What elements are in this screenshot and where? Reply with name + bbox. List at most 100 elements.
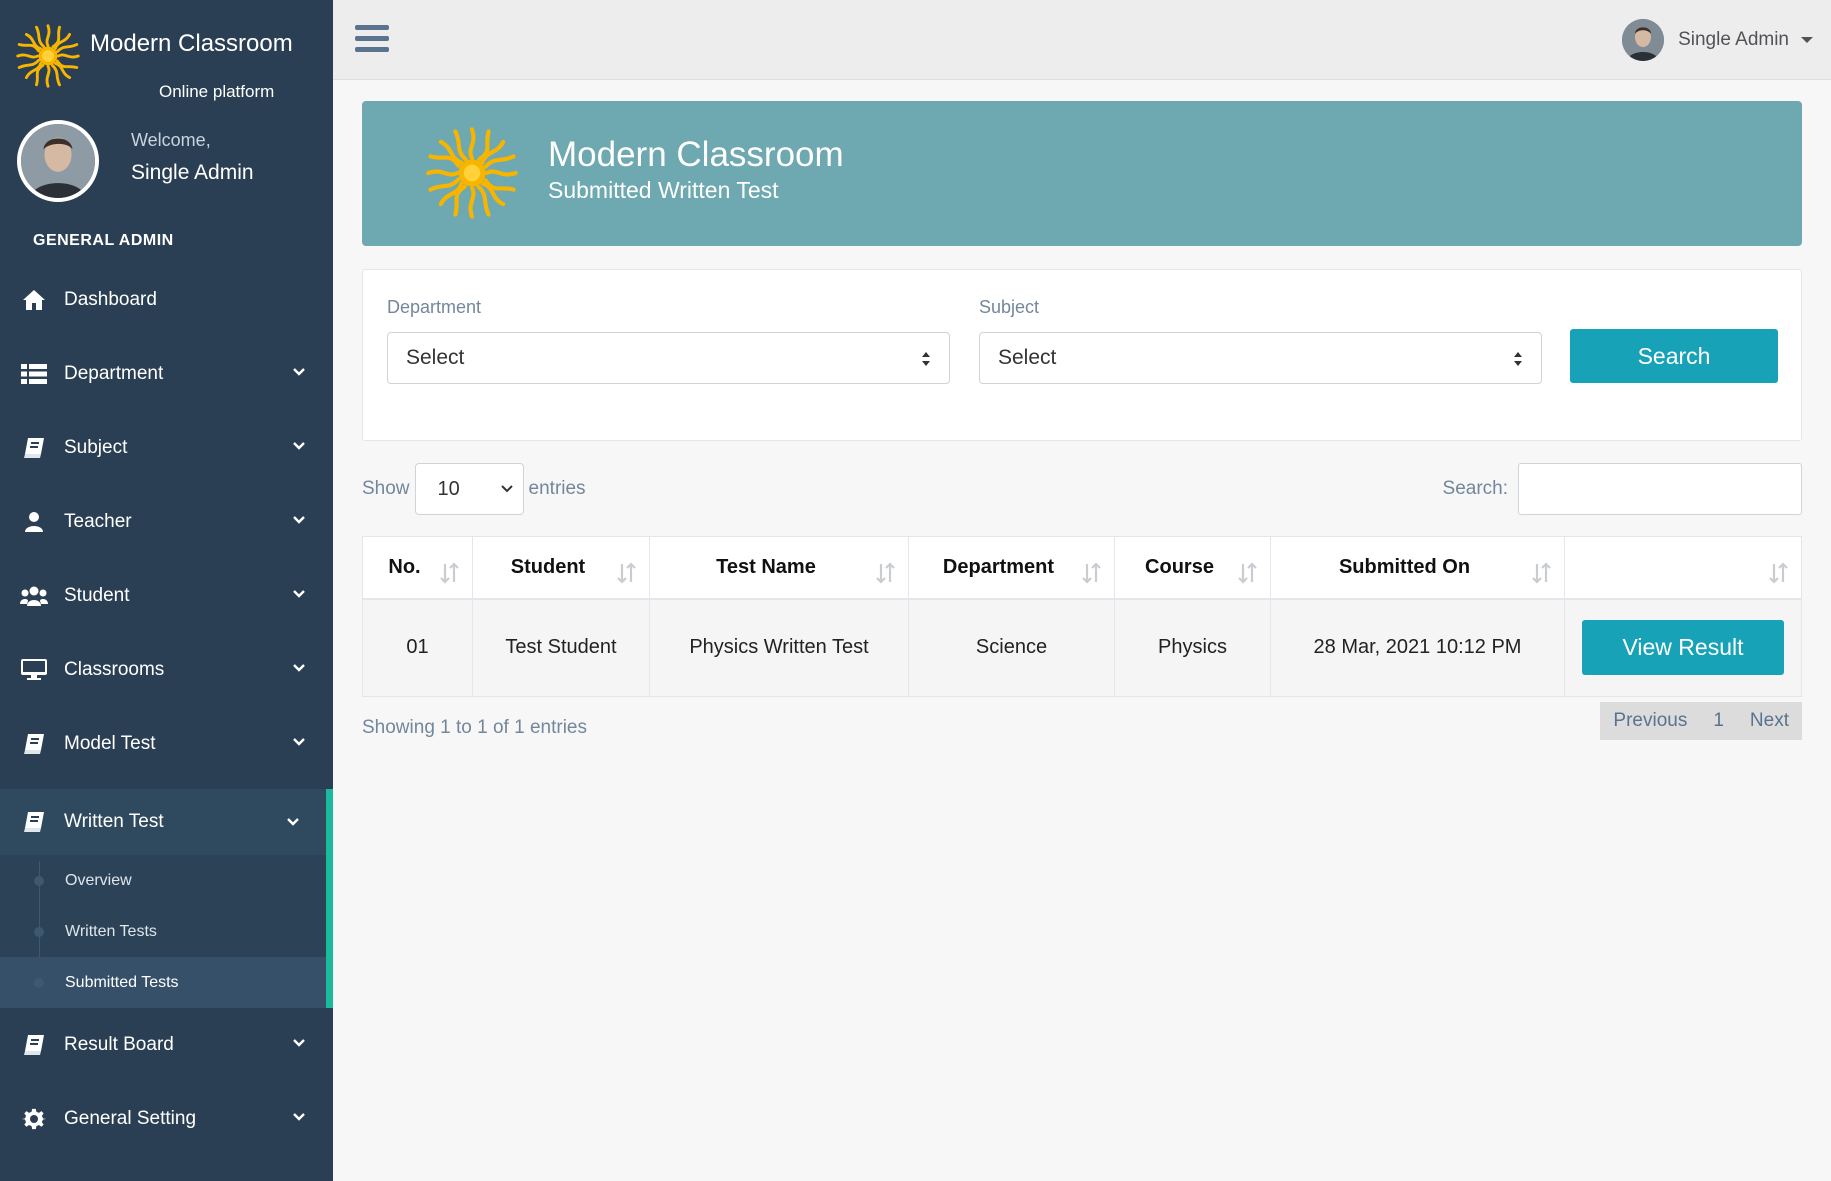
profile: Welcome, Single Admin [0, 118, 333, 214]
cell-no: 01 [362, 598, 473, 697]
department-select[interactable]: Select [387, 332, 950, 384]
subject-label: Subject [979, 297, 1040, 317]
brand-title: Modern Classroom [90, 30, 293, 57]
chevron-down-icon [293, 516, 305, 524]
page-button[interactable]: 1 [1700, 702, 1737, 740]
sort-icon [440, 562, 459, 584]
sun-logo-icon [420, 121, 524, 225]
user-icon [20, 510, 48, 534]
sidebar-item-result-board[interactable]: Result Board [0, 1008, 333, 1082]
table-search-input[interactable] [1518, 463, 1802, 515]
chevron-down-icon [293, 442, 305, 450]
written-test-submenu: Overview Written Tests Submitted Tests [0, 855, 333, 1008]
department-label: Department [387, 297, 482, 317]
sidebar-item-dashboard[interactable]: Dashboard [0, 263, 333, 337]
search-button[interactable]: Search [1570, 329, 1778, 383]
sidebar-item-subject[interactable]: Subject [0, 411, 333, 485]
sidebar-item-label: Student [64, 585, 130, 606]
page-banner: Modern Classroom Submitted Written Test [362, 101, 1802, 246]
previous-page-button[interactable]: Previous [1600, 702, 1700, 740]
sort-icon [1769, 562, 1788, 584]
cell-action: View Result [1564, 598, 1802, 697]
sidebar: Modern Classroom Online platform Welcome… [0, 0, 333, 1181]
department-select-value: Select [406, 346, 465, 369]
column-header-label: Student [510, 555, 586, 578]
column-header-no[interactable]: No. [362, 536, 473, 600]
sidebar-item-label: Classrooms [64, 659, 165, 680]
submenu-label: Submitted Tests [65, 973, 179, 991]
submenu-dot [34, 978, 44, 988]
sidebar-menu: Dashboard Department Subject Teacher Stu… [0, 263, 333, 1156]
user-menu[interactable]: Single Admin [1622, 18, 1813, 62]
sort-arrows-icon [1514, 352, 1522, 366]
table-header-row: No. Student Test Name Department Course … [362, 536, 1802, 600]
book-icon [20, 732, 48, 756]
view-result-button[interactable]: View Result [1582, 620, 1784, 676]
chevron-down-icon [293, 1039, 305, 1047]
gear-icon [20, 1107, 48, 1131]
sidebar-item-label: Written Test [64, 811, 164, 832]
column-header-course[interactable]: Course [1114, 536, 1271, 600]
banner-title: Modern Classroom [548, 135, 844, 174]
subject-select[interactable]: Select [979, 332, 1542, 384]
column-header-label: Submitted On [1338, 555, 1471, 578]
cell-submitted-on: 28 Mar, 2021 10:12 PM [1270, 598, 1565, 697]
sort-icon [617, 562, 636, 584]
submissions-table: No. Student Test Name Department Course … [362, 536, 1802, 697]
entries-select[interactable]: 10 [414, 463, 524, 515]
chevron-down-icon [293, 368, 305, 376]
column-header-label: Test Name [716, 555, 816, 578]
sort-icon [1082, 562, 1101, 584]
column-header-action[interactable] [1564, 536, 1802, 600]
chevron-down-icon [293, 738, 305, 746]
brand-subtitle: Online platform [159, 81, 275, 101]
menu-toggle-icon[interactable] [355, 25, 389, 53]
users-icon [20, 584, 48, 608]
column-header-label: Department [942, 555, 1055, 578]
chevron-down-icon [293, 590, 305, 598]
user-menu-name: Single Admin [1678, 29, 1789, 50]
brand[interactable]: Modern Classroom Online platform [12, 20, 322, 101]
avatar [1622, 19, 1665, 61]
filter-card: Department Select Subject Select Search [362, 269, 1802, 441]
page-title: Submitted Written Test [548, 177, 779, 203]
submenu-dot [34, 927, 44, 937]
sort-arrows-icon [922, 352, 930, 366]
sidebar-item-department[interactable]: Department [0, 337, 333, 411]
sort-icon [1532, 562, 1551, 584]
table-search: Search: [1443, 463, 1802, 515]
submenu-dot [34, 876, 44, 886]
column-header-student[interactable]: Student [472, 536, 650, 600]
entries-length: Show 10 entries [362, 463, 586, 515]
sun-logo-icon [16, 24, 80, 88]
column-header-label: Course [1145, 555, 1214, 578]
list-icon [20, 362, 48, 386]
chevron-down-icon [500, 485, 513, 493]
cell-student: Test Student [472, 598, 650, 697]
desktop-icon [20, 658, 48, 682]
column-header-department[interactable]: Department [908, 536, 1115, 600]
sidebar-item-classrooms[interactable]: Classrooms [0, 633, 333, 707]
sort-icon [876, 562, 895, 584]
sidebar-item-student[interactable]: Student [0, 559, 333, 633]
submenu-item-submitted-tests[interactable]: Submitted Tests [0, 957, 326, 1008]
person-photo-icon [21, 124, 95, 198]
entries-select-value: 10 [437, 477, 460, 500]
book-icon [20, 810, 48, 834]
sidebar-item-model-test[interactable]: Model Test [0, 707, 333, 781]
subject-select-value: Select [998, 346, 1057, 369]
cell-course: Physics [1114, 598, 1271, 697]
sidebar-item-label: Teacher [64, 511, 132, 532]
avatar [17, 120, 99, 202]
sidebar-item-teacher[interactable]: Teacher [0, 485, 333, 559]
sidebar-item-written-test[interactable]: Written Test [0, 789, 333, 855]
column-header-test-name[interactable]: Test Name [649, 536, 909, 600]
book-icon [20, 1033, 48, 1057]
column-header-label: No. [388, 555, 421, 578]
next-page-button[interactable]: Next [1737, 702, 1802, 740]
submenu-item-written-tests[interactable]: Written Tests [0, 906, 326, 957]
table-row: 01 Test Student Physics Written Test Sci… [362, 598, 1802, 697]
sidebar-item-general-setting[interactable]: General Setting [0, 1082, 333, 1156]
column-header-submitted-on[interactable]: Submitted On [1270, 536, 1565, 600]
submenu-item-overview[interactable]: Overview [0, 855, 326, 906]
